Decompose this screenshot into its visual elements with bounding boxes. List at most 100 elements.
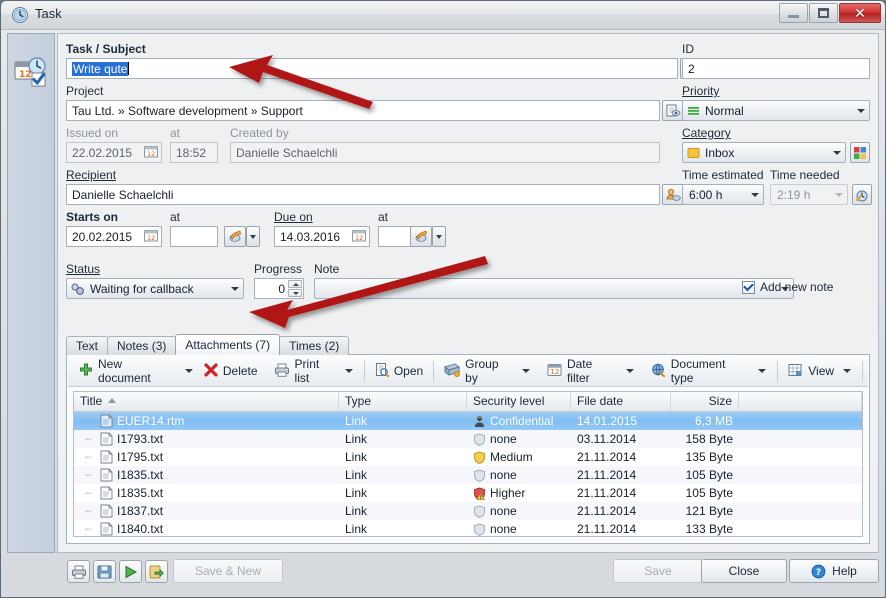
cell-file-date: 03.11.2014 bbox=[571, 432, 671, 446]
cell-file-date: 14.01.2015 bbox=[571, 414, 671, 428]
alarm-icon[interactable] bbox=[410, 226, 432, 247]
tab-notes[interactable]: Notes (3) bbox=[107, 336, 176, 355]
cell-file-date: 21.11.2014 bbox=[571, 468, 671, 482]
due-at-label: at bbox=[378, 210, 388, 224]
cell-size: 158 Byte bbox=[671, 432, 739, 446]
tab-text[interactable]: Text bbox=[66, 336, 108, 355]
project-picker-icon[interactable] bbox=[662, 100, 684, 121]
column-header-size[interactable]: Size bbox=[671, 392, 739, 411]
new-document-dropdown-icon[interactable] bbox=[185, 369, 193, 373]
tree-expander-icon[interactable]: ┈ bbox=[80, 469, 96, 482]
cell-size: 105 Byte bbox=[671, 468, 739, 482]
table-row[interactable]: ┈I1835.txtLinknone21.11.2014105 Byte bbox=[74, 466, 862, 484]
window-title: Task bbox=[35, 6, 62, 21]
group-by-button[interactable]: Group by bbox=[439, 359, 518, 383]
starts-at-input[interactable] bbox=[170, 226, 218, 247]
alarm-icon[interactable] bbox=[224, 226, 246, 247]
group-by-dropdown-icon[interactable] bbox=[522, 369, 530, 373]
security-none-icon bbox=[473, 523, 486, 536]
save-and-new-button[interactable]: Save & New bbox=[173, 559, 283, 583]
table-row[interactable]: ┈I1835.txtLinkHigher21.11.2014105 Byte bbox=[74, 484, 862, 502]
add-new-note-checkbox[interactable]: Add new note bbox=[742, 280, 833, 294]
category-select[interactable]: Inbox bbox=[682, 142, 846, 163]
table-row[interactable]: ┈I1795.txtLinkMedium21.11.2014135 Byte bbox=[74, 448, 862, 466]
progress-down-button[interactable] bbox=[288, 289, 302, 297]
close-icon[interactable]: ✕ bbox=[839, 3, 881, 23]
column-header-type[interactable]: Type bbox=[339, 392, 467, 411]
column-header-filler[interactable] bbox=[739, 392, 862, 411]
cell-file-date: 21.11.2014 bbox=[571, 450, 671, 464]
cell-file-date: 21.11.2014 bbox=[571, 486, 671, 500]
subject-input[interactable]: Write qute bbox=[66, 58, 678, 79]
play-green-icon[interactable] bbox=[119, 560, 142, 583]
open-document-icon bbox=[375, 363, 389, 380]
column-header-file-date[interactable]: File date bbox=[571, 392, 671, 411]
print-list-dropdown-icon[interactable] bbox=[345, 369, 353, 373]
open-label: Open bbox=[394, 364, 423, 378]
project-input[interactable]: Tau Ltd. » Software development » Suppor… bbox=[66, 100, 660, 121]
time-estimated-select[interactable]: 6:00 h bbox=[682, 184, 764, 205]
document-type-button[interactable]: Document type bbox=[646, 359, 755, 383]
cell-title: ┈I1835.txt bbox=[74, 468, 339, 482]
document-type-dropdown-icon[interactable] bbox=[758, 369, 766, 373]
delete-button[interactable]: Delete bbox=[199, 359, 263, 383]
table-row[interactable]: ┈EUER14.rtmLinkConfidential14.01.20156,3… bbox=[74, 412, 862, 430]
cell-file-date: 21.11.2014 bbox=[571, 522, 671, 536]
progress-stepper[interactable]: 0 bbox=[254, 278, 304, 299]
print-list-button[interactable]: Print list bbox=[269, 359, 341, 383]
alarm-dropdown-button[interactable] bbox=[432, 226, 446, 247]
cell-size: 121 Byte bbox=[671, 504, 739, 518]
view-dropdown-icon[interactable] bbox=[843, 369, 851, 373]
cell-security-level: none bbox=[467, 468, 571, 482]
new-document-button[interactable]: New document bbox=[74, 359, 181, 383]
grid-header: Title Type Security level File date Size bbox=[74, 392, 862, 412]
tree-expander-icon[interactable]: ┈ bbox=[80, 451, 96, 464]
date-filter-dropdown-icon[interactable] bbox=[626, 369, 634, 373]
print-icon[interactable] bbox=[67, 560, 90, 583]
cell-title-text: I1795.txt bbox=[117, 450, 163, 464]
tree-expander-icon[interactable]: ┈ bbox=[80, 415, 96, 428]
stopwatch-icon[interactable] bbox=[852, 184, 872, 205]
clock-icon bbox=[11, 6, 29, 24]
recipient-picker-icon[interactable] bbox=[662, 184, 684, 205]
maximize-icon[interactable] bbox=[809, 3, 838, 23]
table-row[interactable]: ┈I1793.txtLinknone03.11.2014158 Byte bbox=[74, 430, 862, 448]
delete-red-x-icon bbox=[204, 363, 218, 380]
minimize-icon[interactable] bbox=[779, 3, 808, 23]
id-input[interactable]: 2 bbox=[682, 58, 870, 79]
note-select[interactable] bbox=[314, 278, 794, 299]
created-by-input: Danielle Schaelchli bbox=[230, 142, 660, 163]
cell-security-text: none bbox=[490, 504, 517, 518]
category-colors-icon[interactable] bbox=[850, 142, 870, 163]
column-header-security-level[interactable]: Security level bbox=[467, 392, 571, 411]
priority-select[interactable]: Normal bbox=[682, 100, 870, 121]
help-button[interactable]: ? Help bbox=[789, 559, 879, 583]
calendar-task-icon: 12 bbox=[13, 54, 49, 90]
date-filter-button[interactable]: 12 Date filter bbox=[542, 359, 622, 383]
column-header-title[interactable]: Title bbox=[74, 392, 339, 411]
recipient-input[interactable]: Danielle Schaelchli bbox=[66, 184, 660, 205]
svg-text:?: ? bbox=[816, 568, 821, 578]
progress-up-button[interactable] bbox=[288, 280, 302, 288]
cell-security-text: Higher bbox=[490, 486, 525, 500]
recipient-label: Recipient bbox=[66, 168, 116, 182]
table-row[interactable]: ┈I1840.txtLinknone21.11.2014133 Byte bbox=[74, 520, 862, 538]
close-button[interactable]: Close bbox=[701, 559, 787, 583]
tab-attachments[interactable]: Attachments (7) bbox=[175, 334, 280, 355]
save-button[interactable]: Save bbox=[613, 559, 703, 583]
tree-expander-icon[interactable]: ┈ bbox=[80, 505, 96, 518]
tree-expander-icon[interactable]: ┈ bbox=[80, 487, 96, 500]
tree-expander-icon[interactable]: ┈ bbox=[80, 523, 96, 536]
tab-times[interactable]: Times (2) bbox=[279, 336, 349, 355]
note-label: Note bbox=[314, 262, 339, 276]
table-row[interactable]: ┈I1837.txtLinknone21.11.2014121 Byte bbox=[74, 502, 862, 520]
view-button[interactable]: View bbox=[783, 359, 839, 383]
cell-type: Link bbox=[339, 486, 467, 500]
status-select[interactable]: Waiting for callback bbox=[66, 278, 244, 299]
floppy-save-icon[interactable] bbox=[93, 560, 116, 583]
tree-expander-icon[interactable]: ┈ bbox=[80, 433, 96, 446]
open-button[interactable]: Open bbox=[370, 359, 428, 383]
alarm-dropdown-button[interactable] bbox=[246, 226, 260, 247]
export-arrow-icon[interactable] bbox=[145, 560, 168, 583]
issued-at-input: 18:52 bbox=[170, 142, 218, 163]
